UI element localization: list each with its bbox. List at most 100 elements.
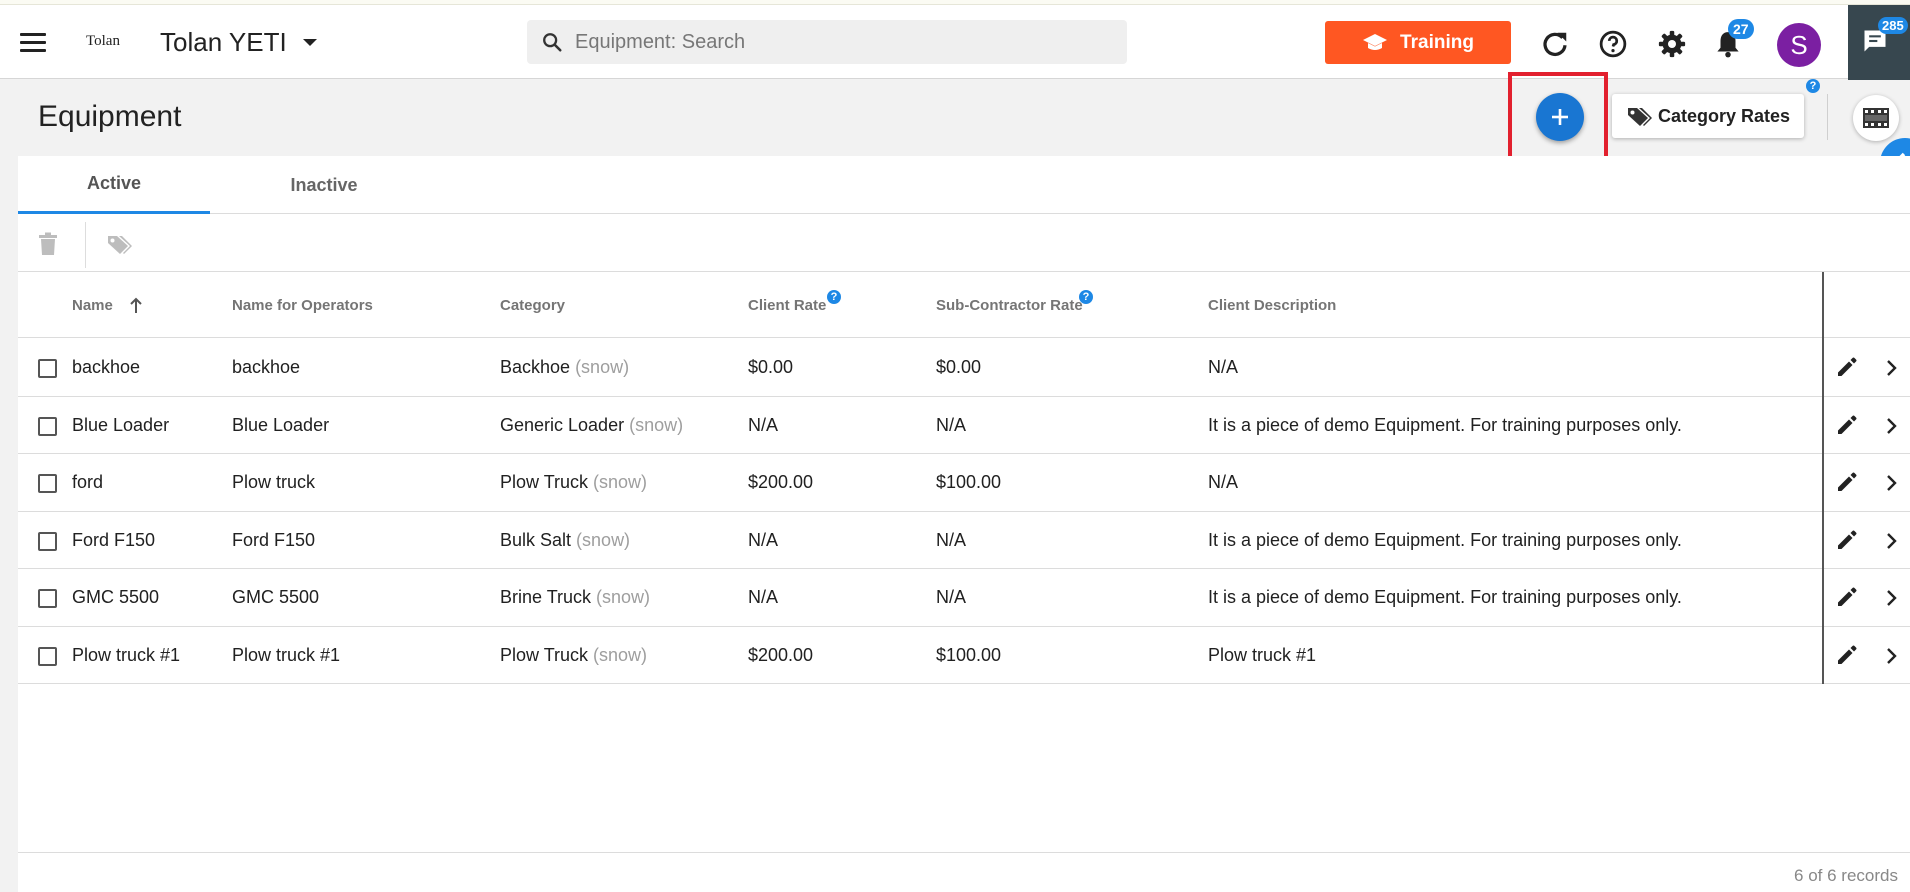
company-logo: Tolan <box>86 33 120 49</box>
tags-icon[interactable] <box>106 233 134 255</box>
edit-pencil-icon[interactable] <box>1835 413 1859 437</box>
category-name: Generic Loader <box>500 414 625 435</box>
chevron-right-icon[interactable] <box>1885 587 1899 609</box>
category-season: (snow) <box>593 644 648 665</box>
cell-category: Backhoe (snow) <box>500 339 629 396</box>
cell-client-description: N/A <box>1208 357 1239 377</box>
cell-client-rate: $200.00 <box>748 644 814 665</box>
cell-name: ford <box>72 472 104 492</box>
tab-active[interactable]: Active <box>18 156 210 214</box>
table-row[interactable]: Plow truck #1 Plow truck #1 Plow Truck (sno… <box>18 627 1910 684</box>
menu-icon[interactable] <box>20 33 46 53</box>
chevron-right-icon[interactable] <box>1885 645 1899 667</box>
column-name-label: Name <box>72 296 113 314</box>
tab-bar: Active Inactive <box>18 156 1910 214</box>
search-icon <box>543 33 562 52</box>
client-rate-help-icon[interactable]: ? <box>827 290 841 304</box>
equipment-card: Active Inactive Name Name for Operators … <box>18 156 1910 892</box>
category-season: (snow) <box>575 357 630 377</box>
training-label: Training <box>1400 31 1474 53</box>
cell-name-for-operators: GMC 5500 <box>232 587 320 607</box>
refresh-icon[interactable] <box>1540 29 1570 59</box>
sort-arrow-up-icon <box>130 297 142 313</box>
row-checkbox[interactable] <box>38 416 57 436</box>
edit-pencil-icon[interactable] <box>1835 643 1859 667</box>
gear-icon[interactable] <box>1657 29 1687 59</box>
cell-client-rate: N/A <box>748 587 779 607</box>
row-checkbox[interactable] <box>38 531 57 551</box>
column-name-for-operators[interactable]: Name for Operators <box>232 272 373 338</box>
table-row[interactable]: GMC 5500 GMC 5500 Brine Truck (snow) N/A N/A I… <box>18 569 1910 627</box>
edit-pencil-icon[interactable] <box>1835 585 1859 609</box>
column-client-rate[interactable]: Client Rate <box>748 272 826 338</box>
cell-client-description: It is a piece of demo Equipment. For tra… <box>1208 414 1682 435</box>
column-sub-contractor-rate[interactable]: Sub-Contractor Rate <box>936 272 1083 338</box>
messages-button[interactable]: 285 <box>1848 5 1910 80</box>
search-input[interactable] <box>575 30 1095 54</box>
messages-badge: 285 <box>1878 17 1908 34</box>
table-header: Name Name for Operators Category Client … <box>18 272 1910 338</box>
cell-client-description: It is a piece of demo Equipment. For tra… <box>1208 587 1682 607</box>
records-count: 6 of 6 records <box>1794 866 1898 885</box>
footer-divider <box>18 852 1910 853</box>
cell-client-description: It is a piece of demo Equipment. For tra… <box>1208 529 1682 550</box>
category-name: Brine Truck <box>500 587 592 607</box>
chevron-right-icon[interactable] <box>1885 357 1899 379</box>
cell-name-for-operators: Ford F150 <box>232 529 316 550</box>
category-name: Backhoe <box>500 357 571 377</box>
sub-rate-help-icon[interactable]: ? <box>1079 290 1093 304</box>
cell-name: GMC 5500 <box>72 587 160 607</box>
search-bar <box>527 20 1127 64</box>
film-strip-icon <box>1863 108 1889 128</box>
table-row[interactable]: ford Plow truck Plow Truck (snow) $200.00 $10… <box>18 454 1910 512</box>
category-name: Plow Truck <box>500 472 589 492</box>
category-rates-help-icon[interactable]: ? <box>1806 79 1820 93</box>
bulk-actions-toolbar <box>18 214 1910 272</box>
cell-category: Plow Truck (snow) <box>500 454 647 511</box>
row-checkbox[interactable] <box>38 474 57 493</box>
caret-down-icon <box>302 39 317 46</box>
app-header: Tolan Tolan YETI Training 27 S 285 <box>0 5 1910 80</box>
film-strip-button[interactable] <box>1853 95 1899 141</box>
row-checkbox[interactable] <box>38 359 57 378</box>
cell-name-for-operators: Blue Loader <box>232 414 330 435</box>
cell-name-for-operators: Plow truck #1 <box>232 644 341 665</box>
cell-name: Ford F150 <box>72 529 156 550</box>
training-button[interactable]: Training <box>1325 21 1511 64</box>
org-switcher[interactable]: Tolan YETI <box>160 27 317 58</box>
cell-category: Plow Truck (snow) <box>500 627 647 684</box>
help-icon[interactable] <box>1598 29 1628 59</box>
trash-icon[interactable] <box>38 232 58 256</box>
cell-client-rate: $0.00 <box>748 357 794 377</box>
tab-inactive[interactable]: Inactive <box>228 156 420 214</box>
table-row[interactable]: Ford F150 Ford F150 Bulk Salt (snow) N/A N/A I… <box>18 512 1910 569</box>
edit-pencil-icon[interactable] <box>1835 355 1859 379</box>
cell-client-rate: N/A <box>748 414 779 435</box>
column-category[interactable]: Category <box>500 272 565 338</box>
category-season: (snow) <box>629 414 684 435</box>
cell-category: Bulk Salt (snow) <box>500 512 630 569</box>
org-name: Tolan YETI <box>160 27 287 57</box>
category-rates-label: Category Rates <box>1657 105 1791 126</box>
edit-pencil-icon[interactable] <box>1835 470 1859 494</box>
cell-sub-contractor-rate: N/A <box>936 414 967 435</box>
cell-sub-contractor-rate: $100.00 <box>936 472 1002 492</box>
notification-badge: 27 <box>1728 19 1754 39</box>
cell-name-for-operators: Plow truck <box>232 472 316 492</box>
cell-client-rate: N/A <box>748 529 779 550</box>
column-name[interactable]: Name <box>72 272 143 338</box>
add-equipment-button[interactable] <box>1536 93 1584 141</box>
column-client-description[interactable]: Client Description <box>1208 272 1336 338</box>
row-checkbox[interactable] <box>38 646 57 666</box>
category-rates-button[interactable]: Category Rates <box>1612 94 1804 138</box>
table-row[interactable]: backhoe backhoe Backhoe (snow) $0.00 $0.00 N/A <box>18 339 1910 397</box>
chevron-right-icon[interactable] <box>1885 472 1899 494</box>
chevron-right-icon[interactable] <box>1885 415 1899 437</box>
avatar[interactable]: S <box>1777 23 1821 67</box>
chevron-right-icon[interactable] <box>1885 530 1899 552</box>
category-season: (snow) <box>593 472 648 492</box>
table-row[interactable]: Blue Loader Blue Loader Generic Loader (sno… <box>18 397 1910 454</box>
edit-pencil-icon[interactable] <box>1835 528 1859 552</box>
graduation-cap-icon <box>1363 33 1388 50</box>
row-checkbox[interactable] <box>38 589 57 608</box>
